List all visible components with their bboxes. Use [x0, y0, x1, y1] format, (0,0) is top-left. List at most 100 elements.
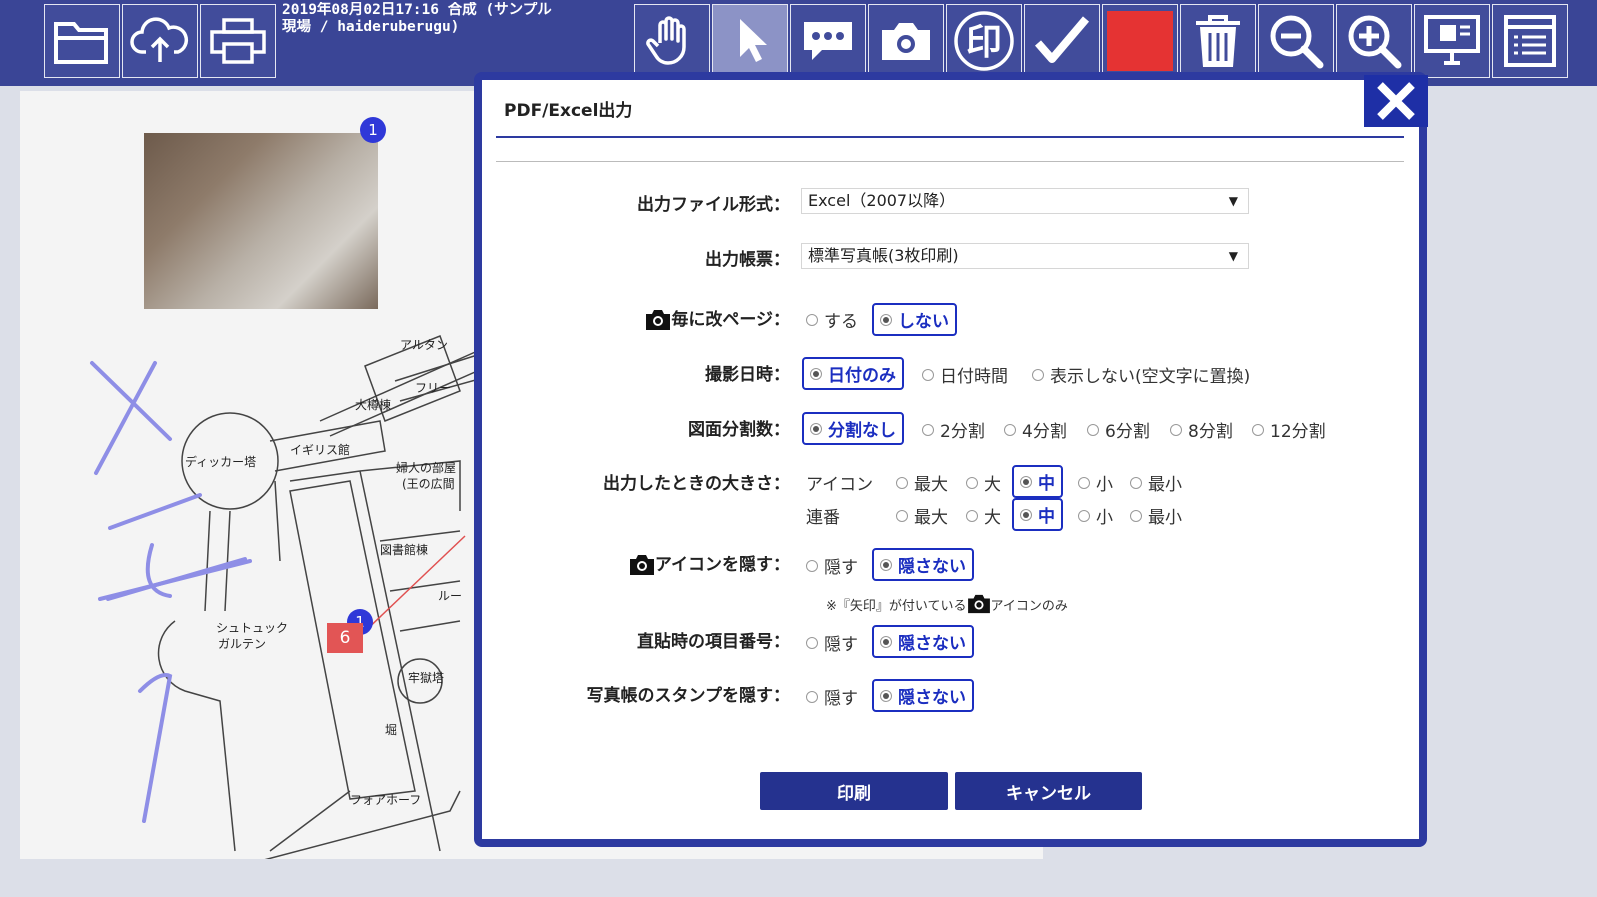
map-marker-6[interactable]: 6 [327, 623, 363, 653]
icon-size-option-small[interactable]: 小 [1078, 470, 1113, 495]
print-submit-button[interactable]: 印刷 [760, 772, 948, 810]
list-icon [1504, 15, 1556, 67]
hand-tool-button[interactable] [634, 4, 710, 78]
document-title: 2019年08月02日17:16 合成 (サンプル 現場 / haiderube… [282, 2, 632, 36]
shot-date-option-hide[interactable]: 表示しない(空文字に置換) [1032, 362, 1250, 387]
comment-tool-button[interactable] [790, 4, 866, 78]
title-line-2: 現場 / haideruberugu) [282, 19, 460, 35]
camera-tool-button[interactable] [868, 4, 944, 78]
split-option-4[interactable]: 4分割 [1004, 417, 1067, 442]
stamp-hide-option-hide[interactable]: 隠す [806, 684, 858, 709]
check-tool-button[interactable] [1024, 4, 1100, 78]
option-label: 中 [1038, 474, 1055, 494]
radio-icon [896, 509, 908, 522]
dialog-title: PDF/Excel出力 [504, 101, 633, 121]
camera-icon [882, 23, 930, 60]
pointer-icon [740, 19, 767, 62]
item-number-label: 直貼時の項目番号： [637, 632, 790, 652]
report-select[interactable]: 標準写真帳(3枚印刷) ▼ [801, 243, 1249, 269]
page-break-option-yes[interactable]: する [806, 307, 858, 332]
file-format-label: 出力ファイル形式： [637, 195, 790, 215]
split-option-none[interactable]: 分割なし [802, 412, 904, 445]
radio-icon [880, 689, 892, 702]
trash-icon [1196, 15, 1240, 67]
split-option-12[interactable]: 12分割 [1252, 417, 1326, 442]
icon-size-option-min[interactable]: 最小 [1130, 470, 1182, 495]
option-label: 分割なし [828, 421, 896, 441]
option-label: 隠さない [898, 557, 966, 577]
radio-icon [1087, 423, 1099, 436]
file-format-select[interactable]: Excel（2007以降） ▼ [801, 188, 1249, 214]
icon-size-option-max[interactable]: 最大 [896, 470, 948, 495]
split-option-6[interactable]: 6分割 [1087, 417, 1150, 442]
section-divider [496, 161, 1404, 162]
zoom-out-button[interactable] [1258, 4, 1334, 78]
hide-icon-option-hide[interactable]: 隠す [806, 553, 858, 578]
number-size-option-small[interactable]: 小 [1078, 503, 1113, 528]
cancel-button[interactable]: キャンセル [955, 772, 1142, 810]
number-size-option-large[interactable]: 大 [966, 503, 1001, 528]
close-icon [1377, 82, 1415, 120]
radio-icon [806, 636, 818, 649]
photo-thumbnail[interactable] [144, 133, 378, 309]
map-label: (王の広間 [402, 477, 455, 491]
page-break-label: 毎に改ページ： [500, 305, 790, 331]
number-size-option-min[interactable]: 最小 [1130, 503, 1182, 528]
select-tool-button[interactable] [712, 4, 788, 78]
radio-icon [880, 313, 892, 326]
item-number-option-show[interactable]: 隠さない [872, 625, 974, 658]
number-size-option-max[interactable]: 最大 [896, 503, 948, 528]
option-label: 表示しない(空文字に置換) [1050, 367, 1251, 387]
icon-size-option-large[interactable]: 大 [966, 470, 1001, 495]
icon-size-option-medium[interactable]: 中 [1012, 465, 1063, 498]
zoom-in-button[interactable] [1336, 4, 1412, 78]
monitor-icon [1424, 15, 1480, 65]
number-size-option-medium[interactable]: 中 [1012, 498, 1063, 531]
printer-icon [210, 18, 266, 64]
camera-icon [967, 594, 990, 614]
split-option-8[interactable]: 8分割 [1170, 417, 1233, 442]
map-label: 大樽棟 [355, 398, 392, 412]
delete-button[interactable] [1180, 4, 1256, 78]
option-label: 日付時間 [940, 367, 1008, 387]
hide-icon-option-show[interactable]: 隠さない [872, 548, 974, 581]
stamp-hide-option-show[interactable]: 隠さない [872, 679, 974, 712]
monitor-button[interactable] [1414, 4, 1490, 78]
open-folder-button[interactable] [44, 4, 120, 78]
hide-icon-label: アイコンを隠す： [500, 550, 790, 576]
color-button[interactable] [1102, 4, 1178, 78]
size-label: 出力したときの大きさ： [603, 474, 790, 494]
split-option-2[interactable]: 2分割 [922, 417, 985, 442]
option-label: 隠さない [898, 688, 966, 708]
camera-icon [646, 310, 671, 330]
shot-date-option-datetime[interactable]: 日付時間 [922, 362, 1008, 387]
radio-icon [1252, 423, 1264, 436]
report-value: 標準写真帳(3枚印刷) [808, 246, 959, 265]
page-break-option-no[interactable]: しない [872, 303, 957, 336]
photo-badge[interactable]: 1 [360, 117, 386, 143]
radio-icon [880, 635, 892, 648]
check-icon [1034, 16, 1090, 63]
dialog-close-button[interactable] [1364, 75, 1428, 127]
split-label: 図面分割数： [688, 420, 790, 440]
size-icon-label: アイコン [806, 475, 874, 495]
option-label: 隠す [824, 558, 858, 578]
note-prefix: ※『矢印』が付いている [826, 598, 967, 614]
map-label: アルタン [400, 338, 448, 352]
print-button[interactable] [200, 4, 276, 78]
radio-icon [966, 509, 978, 522]
camera-icon [629, 555, 654, 575]
title-divider [496, 136, 1404, 138]
list-button[interactable] [1492, 4, 1568, 78]
shot-date-option-date-only[interactable]: 日付のみ [802, 357, 904, 390]
map-label: ルー [438, 589, 463, 603]
stamp-glyph: 印 [966, 22, 1002, 63]
item-number-option-hide[interactable]: 隠す [806, 630, 858, 655]
report-label: 出力帳票： [705, 250, 790, 270]
upload-button[interactable] [122, 4, 198, 78]
stamp-tool-button[interactable]: 印 [946, 4, 1022, 78]
option-label: 最大 [914, 508, 948, 528]
option-label: 小 [1096, 508, 1113, 528]
radio-icon [922, 368, 934, 381]
title-line-1: 2019年08月02日17:16 合成 (サンプル [282, 2, 552, 18]
